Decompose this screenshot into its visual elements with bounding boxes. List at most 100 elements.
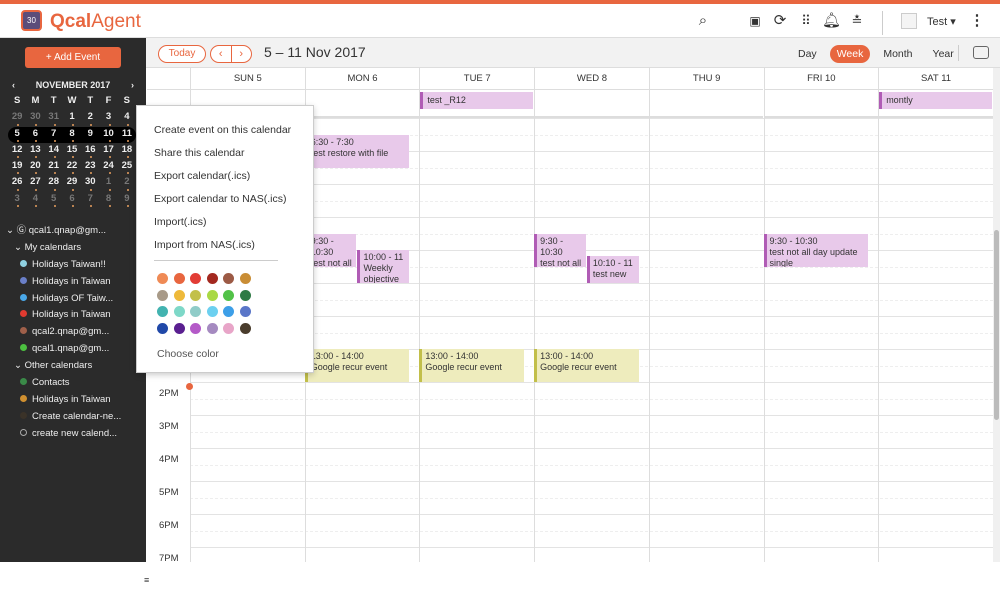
mini-calendar-day[interactable]: 29	[63, 175, 81, 191]
view-month-button[interactable]: Month	[876, 45, 919, 63]
day-header[interactable]: MON 6	[305, 68, 420, 90]
color-swatch[interactable]	[174, 306, 185, 317]
all-day-event[interactable]: test _R12	[420, 92, 533, 109]
color-swatch[interactable]	[240, 306, 251, 317]
mini-calendar-day[interactable]: 15	[63, 143, 81, 159]
search-icon[interactable]: ⌕	[694, 12, 712, 30]
mini-calendar-day[interactable]: 16	[81, 143, 99, 159]
mini-calendar-day[interactable]: 1	[63, 110, 81, 126]
mini-calendar-day[interactable]: 5	[8, 127, 26, 143]
screen-record-icon[interactable]: ▣	[746, 12, 764, 30]
color-swatch[interactable]	[223, 273, 234, 284]
mini-calendar-day[interactable]: 4	[118, 110, 136, 126]
calendar-item[interactable]: Holidays in Taiwan	[6, 307, 146, 324]
mini-calendar-day[interactable]: 2	[118, 175, 136, 191]
all-day-cell[interactable]	[764, 90, 879, 118]
color-swatch[interactable]	[240, 290, 251, 301]
mini-calendar-day[interactable]: 29	[8, 110, 26, 126]
color-swatch[interactable]	[240, 273, 251, 284]
calendar-item[interactable]: qcal1.qnap@gm...	[6, 341, 146, 358]
mini-calendar-day[interactable]: 13	[26, 143, 44, 159]
color-swatch[interactable]	[190, 273, 201, 284]
calendar-color-dot[interactable]	[20, 344, 27, 351]
apps-grid-icon[interactable]: ⠿	[797, 12, 815, 30]
event[interactable]: 10:10 - 11test new	[587, 256, 639, 283]
day-header[interactable]: THU 9	[649, 68, 764, 90]
menu-item[interactable]: Import(.ics)	[137, 211, 313, 234]
menu-item[interactable]: Share this calendar	[137, 142, 313, 165]
event[interactable]: 9:30 - 10:30test not all day	[534, 234, 586, 267]
collapse-sidebar-icon[interactable]: ≡	[144, 565, 160, 595]
calendar-color-dot[interactable]	[20, 327, 27, 334]
view-year-button[interactable]: Year	[926, 45, 961, 63]
calendar-color-dot[interactable]	[20, 310, 27, 317]
color-swatch[interactable]	[190, 290, 201, 301]
mini-calendar-day[interactable]: 11	[118, 127, 136, 143]
mini-calendar-day[interactable]: 18	[118, 143, 136, 159]
menu-item[interactable]: Export calendar(.ics)	[137, 165, 313, 188]
calendar-item[interactable]: Holidays in Taiwan	[6, 274, 146, 291]
calendar-item[interactable]: Create calendar-ne...	[6, 409, 146, 426]
calendar-color-dot[interactable]	[20, 378, 27, 385]
avatar[interactable]	[901, 13, 917, 29]
calendar-color-dot[interactable]	[20, 294, 27, 301]
mini-calendar-day[interactable]: 6	[63, 192, 81, 208]
all-day-event[interactable]: montly	[879, 92, 992, 109]
mini-calendar-day[interactable]: 5	[45, 192, 63, 208]
day-header[interactable]: SUN 5	[190, 68, 305, 90]
day-header[interactable]: SAT 11	[878, 68, 993, 90]
calendar-color-dot[interactable]	[20, 260, 27, 267]
mini-calendar-day[interactable]: 27	[26, 175, 44, 191]
menu-item[interactable]: Create event on this calendar	[137, 119, 313, 142]
add-event-button[interactable]: + Add Event	[25, 47, 121, 68]
all-day-cell[interactable]	[649, 90, 764, 118]
calendar-item[interactable]: qcal2.qnap@gm...	[6, 324, 146, 341]
mini-calendar-day[interactable]: 8	[63, 127, 81, 143]
mini-calendar-day[interactable]: 21	[45, 159, 63, 175]
event[interactable]: 9:30 - 10:30test not all day update sing…	[764, 234, 869, 267]
color-swatch[interactable]	[223, 306, 234, 317]
day-header[interactable]: TUE 7	[419, 68, 534, 90]
stack-icon[interactable]: ≛	[848, 12, 866, 30]
mini-calendar-day[interactable]: 23	[81, 159, 99, 175]
color-swatch[interactable]	[174, 323, 185, 334]
color-swatch[interactable]	[223, 323, 234, 334]
view-week-button[interactable]: Week	[830, 45, 871, 63]
mini-calendar-day[interactable]: 28	[45, 175, 63, 191]
next-week-button[interactable]: ›	[232, 46, 252, 62]
calendar-item[interactable]: Holidays Taiwan!!	[6, 257, 146, 274]
side-panel-icon[interactable]	[973, 46, 989, 59]
mini-calendar-day[interactable]: 4	[26, 192, 44, 208]
color-swatch[interactable]	[207, 290, 218, 301]
mini-calendar-day[interactable]: 1	[99, 175, 117, 191]
calendar-color-dot[interactable]	[20, 429, 27, 436]
mini-calendar-day[interactable]: 14	[45, 143, 63, 159]
mini-calendar-day[interactable]: 20	[26, 159, 44, 175]
scrollbar-thumb[interactable]	[994, 230, 999, 420]
color-swatch[interactable]	[207, 273, 218, 284]
color-swatch[interactable]	[223, 290, 234, 301]
color-swatch[interactable]	[157, 290, 168, 301]
mini-calendar-day[interactable]: 8	[99, 192, 117, 208]
color-swatch[interactable]	[190, 306, 201, 317]
mini-calendar-day[interactable]: 24	[99, 159, 117, 175]
calendar-color-dot[interactable]	[20, 412, 27, 419]
event[interactable]: 13:00 - 14:00Google recur event	[534, 349, 639, 382]
mini-calendar-day[interactable]: 7	[81, 192, 99, 208]
prev-week-button[interactable]: ‹	[211, 46, 232, 62]
mini-calendar-day[interactable]: 17	[99, 143, 117, 159]
mini-calendar-day[interactable]: 12	[8, 143, 26, 159]
next-month-button[interactable]: ›	[131, 80, 134, 90]
refresh-icon[interactable]: ⟳	[771, 12, 789, 30]
mini-calendar-day[interactable]: 3	[99, 110, 117, 126]
day-header[interactable]: FRI 10	[764, 68, 879, 90]
mini-calendar-day[interactable]: 9	[118, 192, 136, 208]
event[interactable]: 6:30 - 7:30test restore with file	[305, 135, 410, 168]
calendar-item[interactable]: Contacts	[6, 375, 146, 392]
mini-calendar-day[interactable]: 31	[45, 110, 63, 126]
color-swatch[interactable]	[240, 323, 251, 334]
menu-item[interactable]: Export calendar to NAS(.ics)	[137, 188, 313, 211]
all-day-cell[interactable]	[534, 90, 649, 118]
color-swatch[interactable]	[174, 290, 185, 301]
color-swatch[interactable]	[157, 273, 168, 284]
